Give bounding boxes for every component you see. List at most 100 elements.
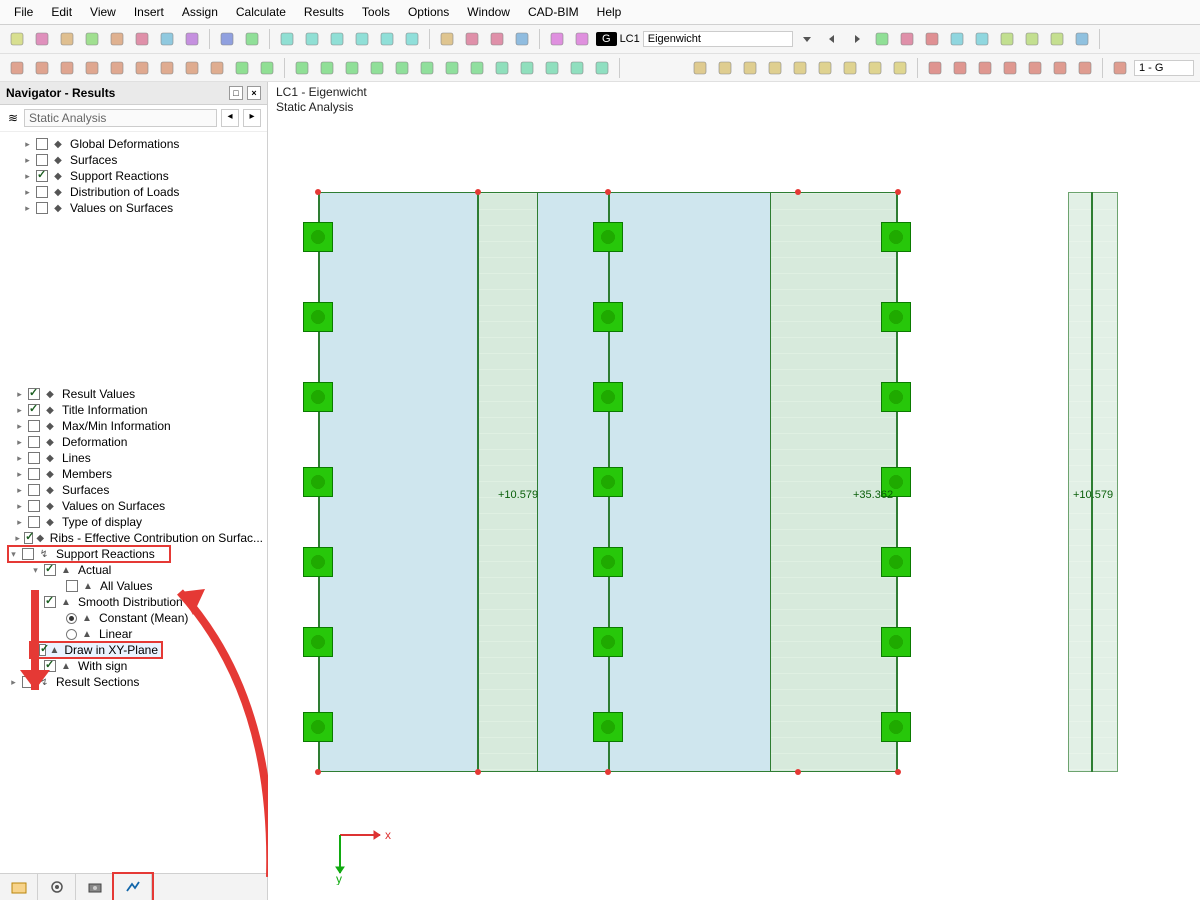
t3-icon[interactable]	[739, 57, 761, 79]
tree-draw-xy-plane[interactable]: ▲ Draw in XY-Plane	[30, 642, 162, 658]
checkbox-smooth[interactable]	[44, 596, 56, 608]
menu-help[interactable]: Help	[589, 3, 630, 21]
doc-icon[interactable]	[181, 28, 203, 50]
open-yellow-icon[interactable]	[106, 28, 128, 50]
lc-prev-icon[interactable]	[821, 28, 843, 50]
open-folder-icon[interactable]	[31, 28, 53, 50]
tree-constant[interactable]: ▲ Constant (Mean)	[52, 610, 267, 626]
s7-icon[interactable]	[156, 57, 178, 79]
t1-icon[interactable]	[689, 57, 711, 79]
tree-item[interactable]: ▸◆Deformation	[8, 434, 267, 450]
s19-icon[interactable]	[466, 57, 488, 79]
checkbox[interactable]	[28, 388, 40, 400]
checkbox-all-values[interactable]	[66, 580, 78, 592]
checkbox-result-sections[interactable]	[22, 676, 34, 688]
checkbox[interactable]	[36, 154, 48, 166]
undock-icon[interactable]: □	[229, 86, 243, 100]
t13-icon[interactable]	[999, 57, 1021, 79]
lc-dropdown-icon[interactable]	[796, 28, 818, 50]
tree-with-sign[interactable]: ▲ With sign	[30, 658, 267, 674]
s11-icon[interactable]	[256, 57, 278, 79]
menu-file[interactable]: File	[6, 3, 41, 21]
checkbox[interactable]	[28, 468, 40, 480]
menu-insert[interactable]: Insert	[126, 3, 172, 21]
chevron-right-icon[interactable]: ▸	[14, 501, 25, 512]
t12-icon[interactable]	[974, 57, 996, 79]
refresh-blue-icon[interactable]	[56, 28, 78, 50]
tree-all-values[interactable]: ▲ All Values	[52, 578, 267, 594]
lc-next-icon[interactable]	[846, 28, 868, 50]
tree-item[interactable]: ▸◆Surfaces	[8, 482, 267, 498]
analysis-prev[interactable]: ◂	[221, 109, 239, 127]
radio-linear[interactable]	[66, 629, 77, 640]
chevron-right-icon[interactable]: ▸	[14, 405, 25, 416]
tree-item[interactable]: ▸◆Surfaces	[8, 152, 267, 168]
tree-item[interactable]: ▸◆Support Reactions	[8, 168, 267, 184]
radio-constant[interactable]	[66, 613, 77, 624]
chevron-right-icon[interactable]: ▸	[8, 677, 19, 688]
tree-item[interactable]: ▸◆Max/Min Information	[8, 418, 267, 434]
t2-icon[interactable]	[714, 57, 736, 79]
t4-icon[interactable]	[764, 57, 786, 79]
footer-tab-display[interactable]	[38, 874, 76, 900]
sheet-icon[interactable]	[511, 28, 533, 50]
checkbox[interactable]	[28, 516, 40, 528]
grid3-icon[interactable]	[326, 28, 348, 50]
checkbox-with-sign[interactable]	[44, 660, 56, 672]
redflag-icon[interactable]	[896, 28, 918, 50]
chevron-down-icon[interactable]: ▾	[30, 565, 41, 576]
node-c-icon[interactable]	[1046, 28, 1068, 50]
menu-assign[interactable]: Assign	[174, 3, 226, 21]
grid5-icon[interactable]	[376, 28, 398, 50]
checkbox[interactable]	[28, 420, 40, 432]
chevron-right-icon[interactable]: ▸	[14, 389, 25, 400]
chevron-right-icon[interactable]: ▸	[14, 421, 25, 432]
checkbox[interactable]	[28, 484, 40, 496]
chevron-right-icon[interactable]: ▸	[14, 485, 25, 496]
node-b-icon[interactable]	[1021, 28, 1043, 50]
tree-item[interactable]: ▸◆Lines	[8, 450, 267, 466]
s23-icon[interactable]	[566, 57, 588, 79]
s9-icon[interactable]	[206, 57, 228, 79]
analysis-combo[interactable]: Static Analysis	[24, 109, 217, 127]
menu-tools[interactable]: Tools	[354, 3, 398, 21]
grid1-icon[interactable]	[276, 28, 298, 50]
checkbox-actual[interactable]	[44, 564, 56, 576]
t14-icon[interactable]	[1024, 57, 1046, 79]
checkbox[interactable]	[36, 186, 48, 198]
checkbox[interactable]	[36, 170, 48, 182]
chevron-right-icon[interactable]: ▸	[22, 171, 33, 182]
tree-result-sections[interactable]: ▸ ↯ Result Sections	[8, 674, 267, 690]
tree-item[interactable]: ▸◆Global Deformations	[8, 136, 267, 152]
undo-icon[interactable]	[216, 28, 238, 50]
lc-combo[interactable]: Eigenwicht	[643, 31, 793, 47]
t9-icon[interactable]	[889, 57, 911, 79]
s18-icon[interactable]	[441, 57, 463, 79]
t10-icon[interactable]	[924, 57, 946, 79]
tree-item[interactable]: ▸◆Distribution of Loads	[8, 184, 267, 200]
chevron-right-icon[interactable]: ▸	[22, 203, 33, 214]
axis3d-icon[interactable]	[921, 28, 943, 50]
s22-icon[interactable]	[541, 57, 563, 79]
analysis-next[interactable]: ▸	[243, 109, 261, 127]
tree-item[interactable]: ▸◆Values on Surfaces	[8, 200, 267, 216]
tree-item[interactable]: ▸◆Values on Surfaces	[8, 498, 267, 514]
s1-icon[interactable]	[6, 57, 28, 79]
tree-support-reactions[interactable]: ▾ ↯ Support Reactions	[8, 546, 170, 562]
menu-options[interactable]: Options	[400, 3, 457, 21]
tree-linear[interactable]: ▲ Linear	[52, 626, 267, 642]
checkbox[interactable]	[28, 436, 40, 448]
chevron-right-icon[interactable]: ▸	[14, 453, 25, 464]
s4-icon[interactable]	[81, 57, 103, 79]
tree-item[interactable]: ▸◆Title Information	[8, 402, 267, 418]
s2-icon[interactable]	[31, 57, 53, 79]
checkbox[interactable]	[36, 202, 48, 214]
menu-edit[interactable]: Edit	[43, 3, 80, 21]
s24-icon[interactable]	[591, 57, 613, 79]
menu-results[interactable]: Results	[296, 3, 352, 21]
s6-icon[interactable]	[131, 57, 153, 79]
tree-item[interactable]: ▸◆Ribs - Effective Contribution on Surfa…	[8, 530, 267, 546]
grid6-icon[interactable]	[401, 28, 423, 50]
tab1-icon[interactable]	[546, 28, 568, 50]
chevron-down-icon[interactable]: ▾	[8, 549, 19, 560]
